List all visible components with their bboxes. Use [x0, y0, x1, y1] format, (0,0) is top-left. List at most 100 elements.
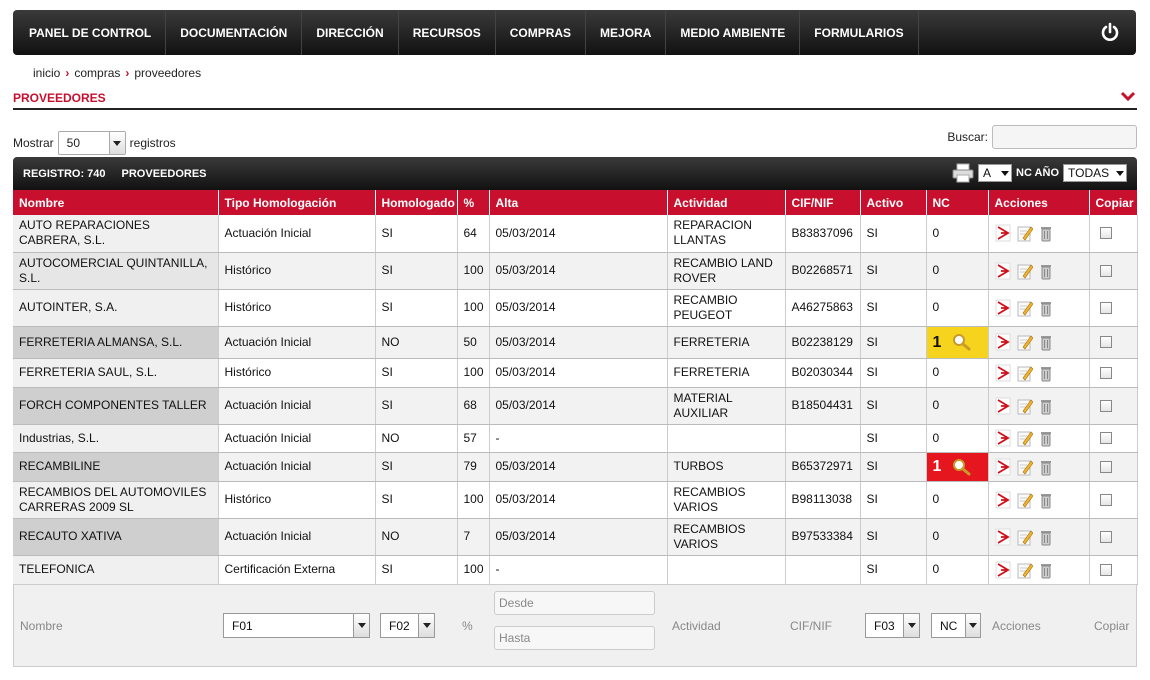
copy-checkbox[interactable] — [1099, 227, 1112, 240]
copy-checkbox[interactable] — [1099, 493, 1112, 506]
table-row[interactable]: RECAMBILINE Actuación Inicial SI 79 05/03/20… — [13, 452, 1138, 482]
col-nc[interactable]: NC — [926, 190, 989, 215]
table-row[interactable]: AUTOCOMERCIAL QUINTANILLA, S.L. Histórico… — [13, 252, 1138, 290]
edit-icon[interactable] — [1017, 397, 1033, 415]
col-nombre[interactable]: Nombre — [13, 190, 219, 215]
col-pct[interactable]: % — [457, 190, 490, 215]
trash-icon[interactable] — [1039, 491, 1053, 509]
cell-alta: 05/03/2014 — [489, 358, 668, 388]
letter-select[interactable]: A — [978, 164, 1013, 182]
col-homologado[interactable]: Homologado — [375, 190, 458, 215]
pdf-icon[interactable] — [995, 491, 1011, 509]
pdf-icon[interactable] — [995, 262, 1011, 280]
printer-icon[interactable] — [952, 163, 974, 183]
cell-nc[interactable]: 1 — [926, 326, 989, 359]
copy-checkbox[interactable] — [1099, 563, 1112, 576]
nav-mejora[interactable]: MEJORA — [586, 10, 667, 55]
nav-formularios[interactable]: FORMULARIOS — [800, 10, 919, 55]
nav-documentacion[interactable]: DOCUMENTACIÓN — [166, 10, 303, 55]
copy-checkbox[interactable] — [1099, 264, 1112, 277]
pdf-icon[interactable] — [995, 429, 1011, 447]
table-row[interactable]: RECAUTO XATIVA Actuación Inicial NO 7 05/03/… — [13, 518, 1138, 556]
edit-icon[interactable] — [1017, 528, 1033, 546]
trash-icon[interactable] — [1039, 333, 1053, 351]
col-cif[interactable]: CIF/NIF — [785, 190, 861, 215]
edit-icon[interactable] — [1017, 561, 1033, 579]
filter-f03-select[interactable]: F03 — [865, 613, 920, 638]
table-row[interactable]: RECAMBIOS DEL AUTOMOVILES CARRERAS 2009 … — [13, 481, 1138, 519]
edit-icon[interactable] — [1017, 458, 1033, 476]
power-icon[interactable] — [1100, 22, 1120, 42]
search-input[interactable] — [992, 125, 1137, 149]
edit-icon[interactable] — [1017, 491, 1033, 509]
breadcrumb: inicio › compras › proveedores — [33, 66, 201, 80]
cell-nc[interactable]: 1 — [926, 452, 989, 482]
nav-compras[interactable]: COMPRAS — [496, 10, 587, 55]
table-row[interactable]: FERRETERIA SAUL, S.L. Histórico SI 100 05/03… — [13, 358, 1138, 388]
trash-icon[interactable] — [1039, 364, 1053, 382]
magnifier-icon[interactable] — [951, 458, 971, 476]
filter-nc-select[interactable]: NC — [931, 613, 981, 638]
nc-badge[interactable]: 1 — [933, 458, 982, 476]
table-row[interactable]: AUTOINTER, S.A. Histórico SI 100 05/03/2014 R… — [13, 289, 1138, 327]
edit-icon[interactable] — [1017, 224, 1033, 242]
filter-f02-select[interactable]: F02 — [380, 613, 435, 638]
pdf-icon[interactable] — [995, 364, 1011, 382]
copy-checkbox[interactable] — [1099, 399, 1112, 412]
pdf-icon[interactable] — [995, 333, 1011, 351]
pdf-icon[interactable] — [995, 528, 1011, 546]
nav-recursos[interactable]: RECURSOS — [399, 10, 496, 55]
trash-icon[interactable] — [1039, 458, 1053, 476]
edit-icon[interactable] — [1017, 262, 1033, 280]
copy-checkbox[interactable] — [1099, 301, 1112, 314]
edit-icon[interactable] — [1017, 299, 1033, 317]
nav-direccion[interactable]: DIRECCIÓN — [302, 10, 399, 55]
trash-icon[interactable] — [1039, 561, 1053, 579]
year-select[interactable]: TODAS — [1063, 164, 1127, 182]
trash-icon[interactable] — [1039, 224, 1053, 242]
filter-hasta-input[interactable]: Hasta — [494, 626, 655, 650]
trash-icon[interactable] — [1039, 528, 1053, 546]
col-actividad[interactable]: Actividad — [667, 190, 786, 215]
table-row[interactable]: AUTO REPARACIONES CABRERA, S.L. Actuación… — [13, 215, 1138, 253]
copy-checkbox[interactable] — [1099, 336, 1112, 348]
row-actions — [995, 364, 1083, 382]
pdf-icon[interactable] — [995, 561, 1011, 579]
edit-icon[interactable] — [1017, 429, 1033, 447]
collapse-chevron-icon[interactable] — [1120, 90, 1136, 102]
trash-icon[interactable] — [1039, 429, 1053, 447]
cell-tipo: Histórico — [218, 252, 376, 290]
nav-medio-ambiente[interactable]: MEDIO AMBIENTE — [666, 10, 801, 55]
copy-checkbox[interactable] — [1099, 530, 1112, 543]
copy-checkbox[interactable] — [1099, 366, 1112, 379]
breadcrumb-compras[interactable]: compras — [74, 66, 120, 80]
col-activo[interactable]: Activo — [860, 190, 927, 215]
trash-icon[interactable] — [1039, 262, 1053, 280]
page-length-select[interactable]: 50 — [57, 131, 126, 155]
col-alta[interactable]: Alta — [489, 190, 668, 215]
cell-cif — [785, 555, 861, 585]
trash-icon[interactable] — [1039, 397, 1053, 415]
cell-acciones — [988, 289, 1090, 327]
pdf-icon[interactable] — [995, 224, 1011, 242]
cell-cif: B97533384 — [785, 518, 861, 556]
pdf-icon[interactable] — [995, 299, 1011, 317]
nc-badge[interactable]: 1 — [933, 333, 982, 351]
edit-icon[interactable] — [1017, 333, 1033, 351]
trash-icon[interactable] — [1039, 299, 1053, 317]
copy-checkbox[interactable] — [1099, 432, 1112, 444]
pdf-icon[interactable] — [995, 397, 1011, 415]
magnifier-icon[interactable] — [951, 333, 971, 351]
filter-desde-input[interactable]: Desde — [494, 591, 655, 615]
pdf-icon[interactable] — [995, 458, 1011, 476]
filter-f01-select[interactable]: F01 — [223, 613, 370, 638]
nav-panel-de-control[interactable]: PANEL DE CONTROL — [13, 10, 167, 55]
edit-icon[interactable] — [1017, 364, 1033, 382]
col-tipo-homologacion[interactable]: Tipo Homologación — [218, 190, 376, 215]
copy-checkbox[interactable] — [1099, 460, 1112, 473]
table-row[interactable]: TELEFONICA Certificación Externa SI 100- SI 0 — [13, 555, 1138, 585]
breadcrumb-inicio[interactable]: inicio — [33, 66, 60, 80]
table-row[interactable]: Industrias, S.L. Actuación Inicial NO 57- SI… — [13, 424, 1138, 453]
table-row[interactable]: FORCH COMPONENTES TALLER Actuación Inicia… — [13, 387, 1138, 425]
table-row[interactable]: FERRETERIA ALMANSA, S.L. Actuación Inicia… — [13, 326, 1138, 359]
